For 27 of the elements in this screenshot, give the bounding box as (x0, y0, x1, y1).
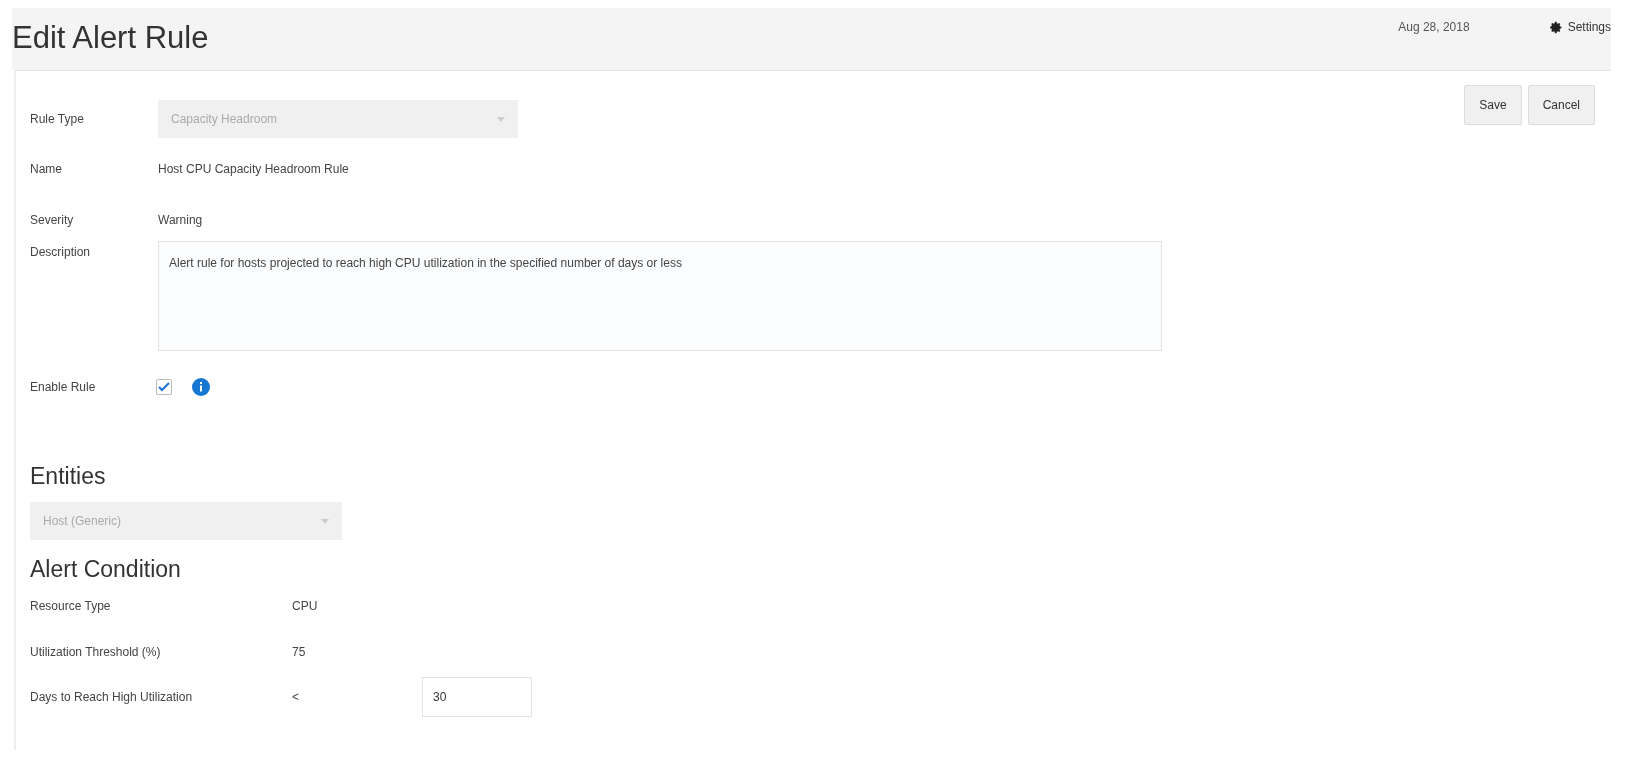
field-label: Days to Reach High Utilization (30, 690, 194, 704)
save-button[interactable]: Save (1464, 85, 1522, 125)
days-input[interactable]: 30 (422, 677, 532, 717)
caret-icon (497, 116, 505, 122)
operator-text: < (292, 690, 300, 704)
field-label: Severity (30, 213, 75, 227)
caret-icon (321, 518, 329, 524)
section-heading: Entities (30, 463, 107, 490)
info-icon[interactable] (192, 378, 210, 396)
description-field[interactable]: Alert rule for hosts projected to reach high CPU utilization in the specified number of days or less (158, 241, 1162, 351)
cancel-button[interactable]: Cancel (1527, 85, 1595, 125)
field-label: Description (30, 245, 92, 259)
field-label: Resource Type (30, 599, 112, 613)
field-label: Enable Rule (30, 380, 97, 394)
date-text: Aug 28, 2018 (1398, 20, 1470, 34)
severity-value: Warning (158, 213, 203, 227)
name-value: Host CPU Capacity Headroom Rule (158, 162, 349, 176)
field-value: CPU (292, 599, 318, 613)
gear-icon (1549, 20, 1563, 34)
section-heading: Alert Condition (30, 556, 182, 583)
page-title: Edit Alert Rule (12, 20, 209, 56)
field-label: Utilization Threshold (%) (30, 645, 162, 659)
settings-link[interactable]: Settings (1549, 20, 1611, 34)
enable-checkbox[interactable] (156, 379, 172, 395)
field-label: Rule Type (30, 112, 85, 126)
field-value: 75 (292, 645, 306, 659)
field-label: Name (30, 162, 63, 176)
